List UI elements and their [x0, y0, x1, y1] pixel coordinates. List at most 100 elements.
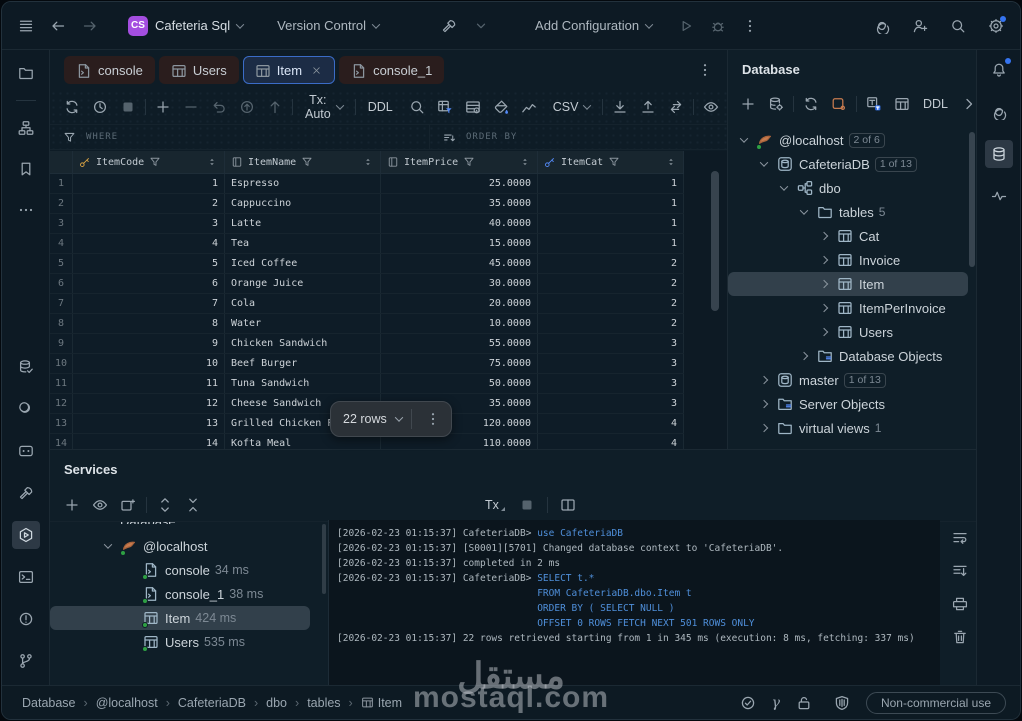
db-tree-item-Users[interactable]: Users — [728, 320, 968, 344]
cell-ItemCode[interactable]: 9 — [73, 334, 225, 353]
tx-mode-button[interactable]: Tx: Auto — [298, 90, 350, 124]
cell-ItemCode[interactable]: 13 — [73, 414, 225, 433]
db-tree-item-Invoice[interactable]: Invoice — [728, 248, 968, 272]
compare-button[interactable] — [664, 95, 688, 119]
row-number[interactable]: 10 — [50, 354, 73, 373]
grid-vertical-scrollbar[interactable] — [711, 171, 719, 311]
cell-ItemPrice[interactable]: 45.0000 — [381, 254, 538, 273]
cell-ItemName[interactable]: Chicken Sandwich — [225, 334, 381, 353]
terminal-button[interactable] — [12, 563, 40, 591]
cell-ItemCat[interactable]: 2 — [538, 274, 684, 293]
plus-button[interactable] — [151, 95, 175, 119]
cell-ItemPrice[interactable]: 15.0000 — [381, 234, 538, 253]
upload-button[interactable] — [636, 95, 660, 119]
chevron-right-icon[interactable] — [759, 423, 769, 433]
breadcrumb-item-dbo[interactable]: dbo — [266, 696, 287, 710]
cell-ItemCode[interactable]: 12 — [73, 394, 225, 413]
cell-ItemCat[interactable]: 2 — [538, 254, 684, 273]
menu-button[interactable] — [14, 14, 38, 38]
chevron-right-icon[interactable] — [799, 351, 809, 361]
chevron-right-icon[interactable] — [819, 303, 829, 313]
hammer-button[interactable] — [437, 14, 461, 38]
ai-button[interactable] — [985, 98, 1013, 126]
cell-ItemName[interactable]: Tuna Sandwich — [225, 374, 381, 393]
db-tree-item-dbo[interactable]: dbo — [728, 176, 968, 200]
play-button[interactable] — [674, 14, 698, 38]
chevron-right-icon[interactable] — [819, 255, 829, 265]
tab-Users[interactable]: Users — [158, 56, 239, 84]
where-filter[interactable]: WHERE — [50, 125, 430, 149]
gamma-indicator-icon[interactable]: γ — [772, 695, 780, 711]
services-tree-item-@localhost[interactable]: @localhost — [50, 534, 310, 558]
services-console-output[interactable]: [2026-02-23 01:15:37] CafeteriaDB> use C… — [328, 520, 940, 687]
cell-ItemName[interactable]: Tea — [225, 234, 381, 253]
more-button[interactable] — [12, 196, 40, 224]
ddl-view-button[interactable]: DDL — [919, 94, 952, 114]
table-button[interactable] — [890, 92, 914, 116]
hammer-button[interactable] — [12, 479, 40, 507]
services-tree-partial-item[interactable]: Database — [120, 522, 310, 524]
row-number[interactable]: 3 — [50, 214, 73, 233]
cell-ItemCode[interactable]: 8 — [73, 314, 225, 333]
cell-ItemCat[interactable]: 1 — [538, 194, 684, 213]
db-tree-item-tables[interactable]: tables 5 — [728, 200, 968, 224]
db-tree-item-@localhost[interactable]: @localhost 2 of 6 — [728, 128, 968, 152]
minus-button[interactable] — [179, 95, 203, 119]
project-selector[interactable]: CS Cafeteria Sql — [122, 12, 249, 40]
refresh-button[interactable] — [799, 92, 823, 116]
cell-ItemCode[interactable]: 11 — [73, 374, 225, 393]
gear-button[interactable] — [984, 14, 1008, 38]
cell-ItemPrice[interactable]: 20.0000 — [381, 294, 538, 313]
tab-console_1[interactable]: console_1 — [339, 56, 445, 84]
arrow-right-button[interactable] — [78, 14, 102, 38]
cell-ItemCode[interactable]: 3 — [73, 214, 225, 233]
cell-ItemPrice[interactable]: 10.0000 — [381, 314, 538, 333]
cell-ItemCat[interactable]: 3 — [538, 354, 684, 373]
breadcrumb-item-Item[interactable]: Item — [361, 696, 402, 710]
row-number[interactable]: 5 — [50, 254, 73, 273]
sort-icon[interactable] — [362, 156, 374, 168]
coins-button[interactable] — [12, 395, 40, 423]
chevron-down-icon[interactable] — [739, 134, 749, 143]
cell-ItemName[interactable]: Cappuccino — [225, 194, 381, 213]
row-number[interactable]: 9 — [50, 334, 73, 353]
row-number[interactable]: 1 — [50, 174, 73, 193]
db-tree-item-Database-Objects[interactable]: Database Objects — [728, 344, 968, 368]
cell-ItemCode[interactable]: 10 — [73, 354, 225, 373]
filter-grid-button[interactable] — [433, 95, 457, 119]
chevron-down-icon[interactable] — [759, 158, 769, 167]
clock-button[interactable] — [88, 95, 112, 119]
funnel-icon[interactable] — [463, 156, 475, 168]
sort-icon[interactable] — [665, 156, 677, 168]
cell-ItemCat[interactable]: 3 — [538, 394, 684, 413]
bell-button[interactable] — [985, 56, 1013, 84]
db-tree-item-Item[interactable]: Item — [728, 272, 968, 296]
stop-button[interactable] — [515, 493, 539, 517]
win-plus-button[interactable] — [116, 493, 140, 517]
column-header-ItemCode[interactable]: ItemCode — [73, 151, 225, 173]
cell-ItemCode[interactable]: 4 — [73, 234, 225, 253]
plus-button[interactable] — [736, 92, 760, 116]
db-tree-item-CafeteriaDB[interactable]: CafeteriaDB 1 of 13 — [728, 152, 968, 176]
database-tree-scrollbar[interactable] — [969, 132, 975, 267]
unlock-button[interactable] — [792, 691, 816, 715]
chevron-right-icon[interactable] — [759, 375, 769, 385]
tab-Item[interactable]: Item — [242, 56, 336, 84]
cell-ItemName[interactable]: Latte — [225, 214, 381, 233]
plus-button[interactable] — [60, 493, 84, 517]
git-button[interactable] — [12, 647, 40, 675]
cell-ItemName[interactable]: Orange Juice — [225, 274, 381, 293]
row-number[interactable]: 6 — [50, 274, 73, 293]
column-header-ItemCat[interactable]: ItemCat — [538, 151, 684, 173]
breadcrumb-item-CafeteriaDB[interactable]: CafeteriaDB — [178, 696, 246, 710]
row-number[interactable]: 7 — [50, 294, 73, 313]
jump-console-button[interactable] — [827, 92, 851, 116]
db-tree-item-virtual-views[interactable]: virtual views 1 — [728, 416, 968, 440]
ai-button[interactable] — [870, 14, 894, 38]
services-tx-button[interactable]: Tx — [483, 495, 507, 515]
paint-button[interactable] — [489, 95, 513, 119]
cell-ItemCat[interactable]: 2 — [538, 314, 684, 333]
expand-ud-button[interactable] — [153, 493, 177, 517]
eye-button[interactable] — [699, 95, 723, 119]
row-number[interactable]: 4 — [50, 234, 73, 253]
